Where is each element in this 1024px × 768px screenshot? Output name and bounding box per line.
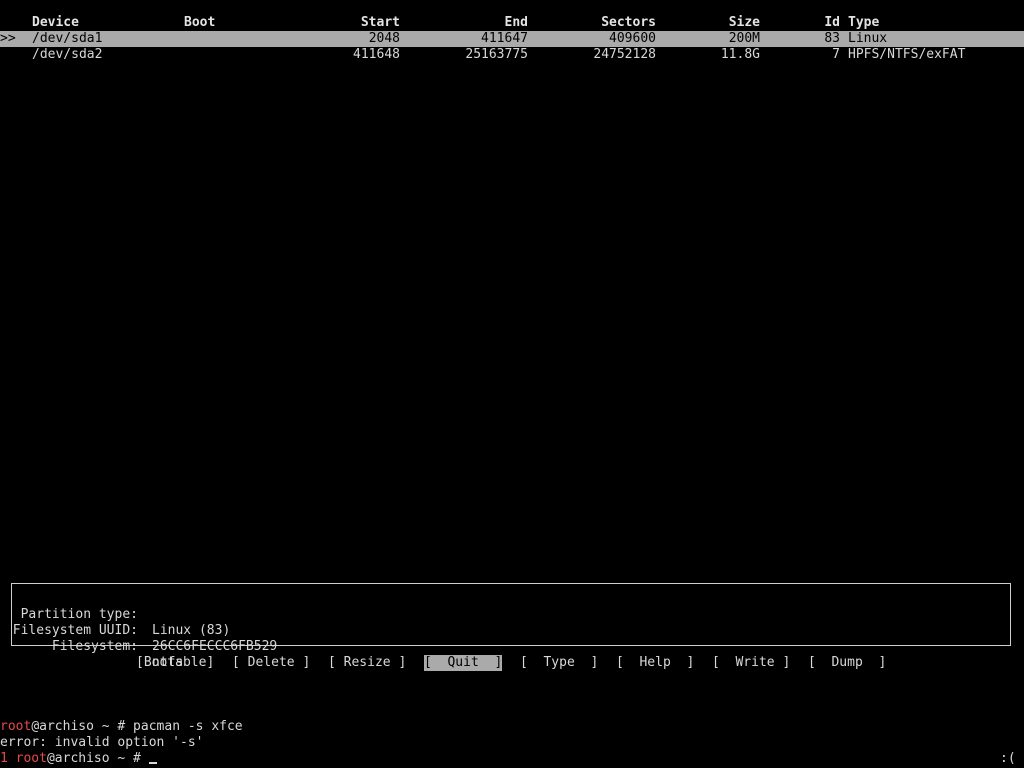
- row-start: 2048: [368, 31, 400, 46]
- text-cursor: [148, 762, 157, 764]
- row-sectors: 409600: [609, 31, 656, 46]
- column-header-start[interactable]: Start: [330, 15, 400, 31]
- filesystem-line: Filesystem: ntfs: [12, 623, 1002, 670]
- terminal-command-line: root@archiso ~ # pacman -s xfce: [0, 719, 243, 735]
- selection-marker: >>: [0, 31, 16, 46]
- row-end: 411647: [481, 31, 528, 46]
- delete-button[interactable]: [ Delete ]: [232, 655, 310, 671]
- row-size: 200M: [728, 31, 760, 46]
- row-sectors: 24752128: [593, 47, 656, 62]
- exit-status: 1: [0, 751, 8, 766]
- write-button[interactable]: [ Write ]: [712, 655, 790, 671]
- filesystem-label: Filesystem:: [51, 639, 138, 654]
- filesystem-uuid-line: Filesystem UUID: 26CC6FECCC6FB529: [12, 607, 1002, 654]
- row-type: Linux: [848, 31, 888, 46]
- prompt-command: @archiso ~ # pacman -s xfce: [31, 719, 243, 734]
- table-row-sda2[interactable]: /dev/sda2 411648 25163775 24752128 11.8G…: [0, 47, 1024, 63]
- row-start: 411648: [353, 47, 400, 62]
- row-device: /dev/sda2: [32, 47, 103, 62]
- column-header-sectors[interactable]: Sectors: [570, 15, 656, 31]
- row-size: 11.8G: [720, 47, 760, 62]
- bootable-button[interactable]: [Bootable]: [136, 655, 214, 671]
- resize-button[interactable]: [ Resize ]: [328, 655, 406, 671]
- column-header-device[interactable]: Device: [32, 15, 79, 31]
- row-device: /dev/sda1: [32, 31, 103, 46]
- quit-button[interactable]: [ Quit ]: [424, 655, 503, 671]
- table-header: Device Boot Start End Sectors Size Id Ty…: [0, 15, 1024, 31]
- terminal-prompt-line[interactable]: 1 root@archiso ~ #: [0, 751, 157, 767]
- row-id: 83: [824, 31, 840, 46]
- row-end: 25163775: [465, 47, 528, 62]
- table-row-sda1[interactable]: >> /dev/sda1 2048 411647 409600 200M 83 …: [0, 31, 1024, 47]
- partition-type-line: Partition type: Linux (83): [12, 591, 1002, 638]
- prompt-user: root: [0, 719, 32, 734]
- row-id: 7: [832, 47, 840, 62]
- column-header-type[interactable]: Type: [848, 15, 879, 31]
- terminal-error-line: error: invalid option '-s': [0, 735, 204, 750]
- column-header-size[interactable]: Size: [700, 15, 760, 31]
- filesystem-uuid-value: 26CC6FECCC6FB529: [152, 639, 278, 654]
- type-button[interactable]: [ Type ]: [520, 655, 598, 671]
- row-type: HPFS/NTFS/exFAT: [848, 47, 966, 62]
- column-header-boot[interactable]: Boot: [184, 15, 215, 31]
- partition-info-box: Partition type: Linux (83) Filesystem UU…: [11, 583, 1011, 670]
- prompt-user: root: [15, 751, 47, 766]
- column-header-end[interactable]: End: [450, 15, 528, 31]
- help-button[interactable]: [ Help ]: [616, 655, 694, 671]
- prompt-text: @archiso ~ #: [46, 751, 149, 766]
- column-header-id[interactable]: Id: [810, 15, 840, 31]
- dump-button[interactable]: [ Dump ]: [808, 655, 886, 671]
- terminal-status-indicator: :(: [1000, 751, 1016, 766]
